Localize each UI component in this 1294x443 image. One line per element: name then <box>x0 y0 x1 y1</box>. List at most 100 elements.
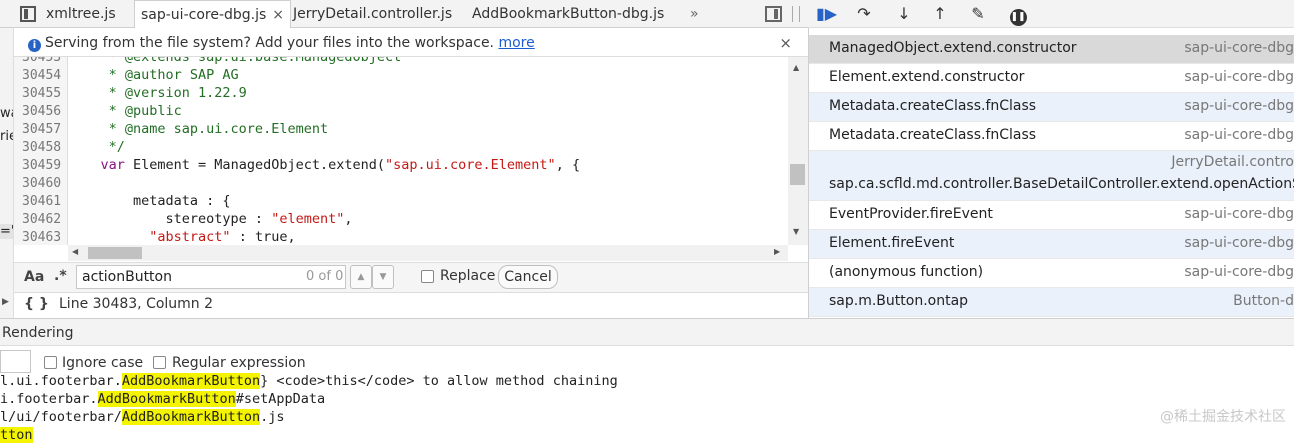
call-frame[interactable]: (anonymous function) sap-ui-core-dbg <box>809 259 1294 288</box>
pretty-print-icon[interactable]: { } <box>24 293 49 316</box>
call-frame[interactable]: Element.extend.constructor sap-ui-core-db… <box>809 64 1294 93</box>
cancel-button[interactable]: Cancel <box>498 265 558 289</box>
regex-toggle[interactable]: .* <box>54 268 67 284</box>
drawer-search-input[interactable] <box>0 350 31 373</box>
line-number[interactable]: 30457 <box>22 122 61 137</box>
call-frame-source[interactable]: JerryDetail.contro <box>1171 154 1294 170</box>
search-result-line[interactable]: tton <box>0 427 33 443</box>
code-line: metadata : { <box>68 193 231 209</box>
call-frame[interactable]: Element.fireEvent sap-ui-core-dbg <box>809 230 1294 259</box>
tab-sap-ui-core-dbg[interactable]: sap-ui-core-dbg.js × <box>134 0 292 28</box>
scroll-right-icon[interactable]: ▶ <box>774 247 780 256</box>
drawer-header: Rendering <box>0 318 1294 346</box>
replace-checkbox[interactable] <box>421 270 434 283</box>
pause-on-exceptions-icon[interactable]: ❚❚ <box>1008 4 1028 26</box>
find-prev-button[interactable]: ▲ <box>350 265 372 289</box>
resume-icon[interactable]: ▮▶ <box>816 4 837 24</box>
call-frame-source[interactable]: sap-ui-core-dbg <box>1184 40 1294 56</box>
line-number[interactable]: 30454 <box>22 68 61 83</box>
call-frame-function: ManagedObject.extend.constructor <box>829 40 1077 56</box>
call-frame-function: Metadata.createClass.fnClass <box>829 98 1037 114</box>
watermark: @稀土掘金技术社区 <box>1160 409 1286 425</box>
find-next-button[interactable]: ▼ <box>372 265 394 289</box>
close-infobar-icon[interactable]: × <box>779 29 792 57</box>
search-result-text: } <code>this</code> to allow method chai… <box>260 373 618 389</box>
drawer-tab-rendering[interactable]: Rendering <box>2 319 74 347</box>
search-match-highlight: tton <box>0 427 33 443</box>
line-number[interactable]: 30461 <box>22 194 61 209</box>
tab-label: sap-ui-core-dbg.js <box>141 7 267 23</box>
scroll-left-icon[interactable]: ◀ <box>72 247 78 256</box>
match-case-toggle[interactable]: Aa <box>24 269 44 285</box>
code-token: Element = ManagedObject.extend( <box>133 157 385 173</box>
scroll-up-icon[interactable]: ▲ <box>793 63 799 72</box>
code-line: * @public <box>68 103 182 119</box>
line-number[interactable]: 30458 <box>22 140 61 155</box>
search-result-text: #setAppData <box>235 391 326 407</box>
call-frame[interactable]: sap.m.Button.ontap Button-d <box>809 288 1294 317</box>
line-number[interactable]: 30453 <box>22 57 61 65</box>
code-token: "sap.ui.core.Element" <box>385 157 556 173</box>
call-frame-source[interactable]: sap-ui-core-dbg <box>1184 206 1294 222</box>
expand-arrow-icon[interactable]: ▶ <box>2 297 9 307</box>
search-result-text: .js <box>260 409 285 425</box>
search-match-highlight: AddBookmarkButton <box>121 409 261 425</box>
call-frame[interactable]: ManagedObject.extend.constructor sap-ui-c… <box>809 35 1294 64</box>
toggle-navigator-icon[interactable] <box>20 6 36 22</box>
search-result-line[interactable]: l.ui.footerbar.AddBookmarkButton} <code>… <box>0 373 618 389</box>
call-frame[interactable]: Metadata.createClass.fnClass sap-ui-core-… <box>809 93 1294 122</box>
deactivate-breakpoints-icon[interactable]: ✎ <box>968 4 988 24</box>
line-number[interactable]: 30460 <box>22 176 61 191</box>
regular-expression-checkbox[interactable] <box>153 356 166 369</box>
horizontal-scroll-thumb[interactable] <box>88 247 142 259</box>
call-frame-function: Element.fireEvent <box>829 235 955 251</box>
code-line: "abstract" : true, <box>68 229 295 245</box>
tab-jerry-detail-controller[interactable]: JerryDetail.controller.js <box>293 0 452 28</box>
step-into-icon[interactable]: ↓ <box>894 4 914 24</box>
line-number[interactable]: 30462 <box>22 212 61 227</box>
toggle-debugger-icon[interactable] <box>765 6 782 22</box>
line-number[interactable]: 30455 <box>22 86 61 101</box>
scroll-down-icon[interactable]: ▼ <box>793 227 799 236</box>
code-token: "element" <box>271 211 345 227</box>
editor-tab-bar: xmltree.js sap-ui-core-dbg.js × JerryDeta… <box>0 0 808 28</box>
vertical-scrollbar[interactable]: ▲ ▼ <box>788 57 808 245</box>
call-frame[interactable]: sap.ca.scfld.md.controller.BaseDetailCon… <box>809 151 1294 201</box>
code-token: * @version 1.22.9 <box>68 85 247 101</box>
call-frame-source[interactable]: sap-ui-core-dbg <box>1184 127 1294 143</box>
workspace-infobar: i Serving from the file system? Add your … <box>14 29 808 57</box>
code-token: * @name sap.ui.core.Element <box>68 121 329 137</box>
match-counter: 0 of 0 <box>306 269 344 284</box>
close-tab-icon[interactable]: × <box>272 7 284 23</box>
line-number[interactable]: 30463 <box>22 230 61 245</box>
step-out-icon[interactable]: ↑ <box>930 4 950 24</box>
search-match-highlight: AddBookmarkButton <box>97 391 236 407</box>
more-link[interactable]: more <box>498 35 534 51</box>
call-frame-source[interactable]: sap-ui-core-dbg <box>1184 235 1294 251</box>
call-frame-source[interactable]: Button-d <box>1233 293 1294 309</box>
call-frame[interactable]: EventProvider.fireEvent sap-ui-core-dbg <box>809 201 1294 230</box>
code-token: * @extends sap.ui.base.ManagedObject <box>68 57 402 65</box>
call-frame-source[interactable]: sap-ui-core-dbg <box>1184 69 1294 85</box>
call-frame-function: EventProvider.fireEvent <box>829 206 993 222</box>
call-frame[interactable]: Metadata.createClass.fnClass sap-ui-core-… <box>809 122 1294 151</box>
code-line: * @author SAP AG <box>68 67 239 83</box>
search-result-line[interactable]: l/ui/footerbar/AddBookmarkButton.js <box>0 409 284 425</box>
search-result-line[interactable]: i.footerbar.AddBookmarkButton#setAppData <box>0 391 325 407</box>
line-number[interactable]: 30456 <box>22 104 61 119</box>
code-editor[interactable]: * @extends sap.ui.base.ManagedObject * @… <box>68 57 788 245</box>
horizontal-scrollbar[interactable]: ◀ ▶ <box>68 245 788 261</box>
call-frame-function: sap.ca.scfld.md.controller.BaseDetailCon… <box>829 176 1294 192</box>
ignore-case-checkbox[interactable] <box>44 356 57 369</box>
call-frame-source[interactable]: sap-ui-core-dbg <box>1184 264 1294 280</box>
tab-xmltree[interactable]: xmltree.js <box>46 0 116 28</box>
more-tabs-button[interactable]: » <box>690 0 699 28</box>
step-over-icon[interactable]: ↷ <box>854 4 874 24</box>
vertical-scroll-thumb[interactable] <box>790 164 805 185</box>
line-number[interactable]: 30459 <box>22 158 61 173</box>
left-panel-edge: wa rie =" <box>0 28 14 318</box>
code-line: stereotype : "element", <box>68 211 353 227</box>
search-result-text: l/ui/footerbar/ <box>0 409 122 425</box>
tab-add-bookmark-button[interactable]: AddBookmarkButton-dbg.js <box>472 0 664 28</box>
call-frame-source[interactable]: sap-ui-core-dbg <box>1184 98 1294 114</box>
